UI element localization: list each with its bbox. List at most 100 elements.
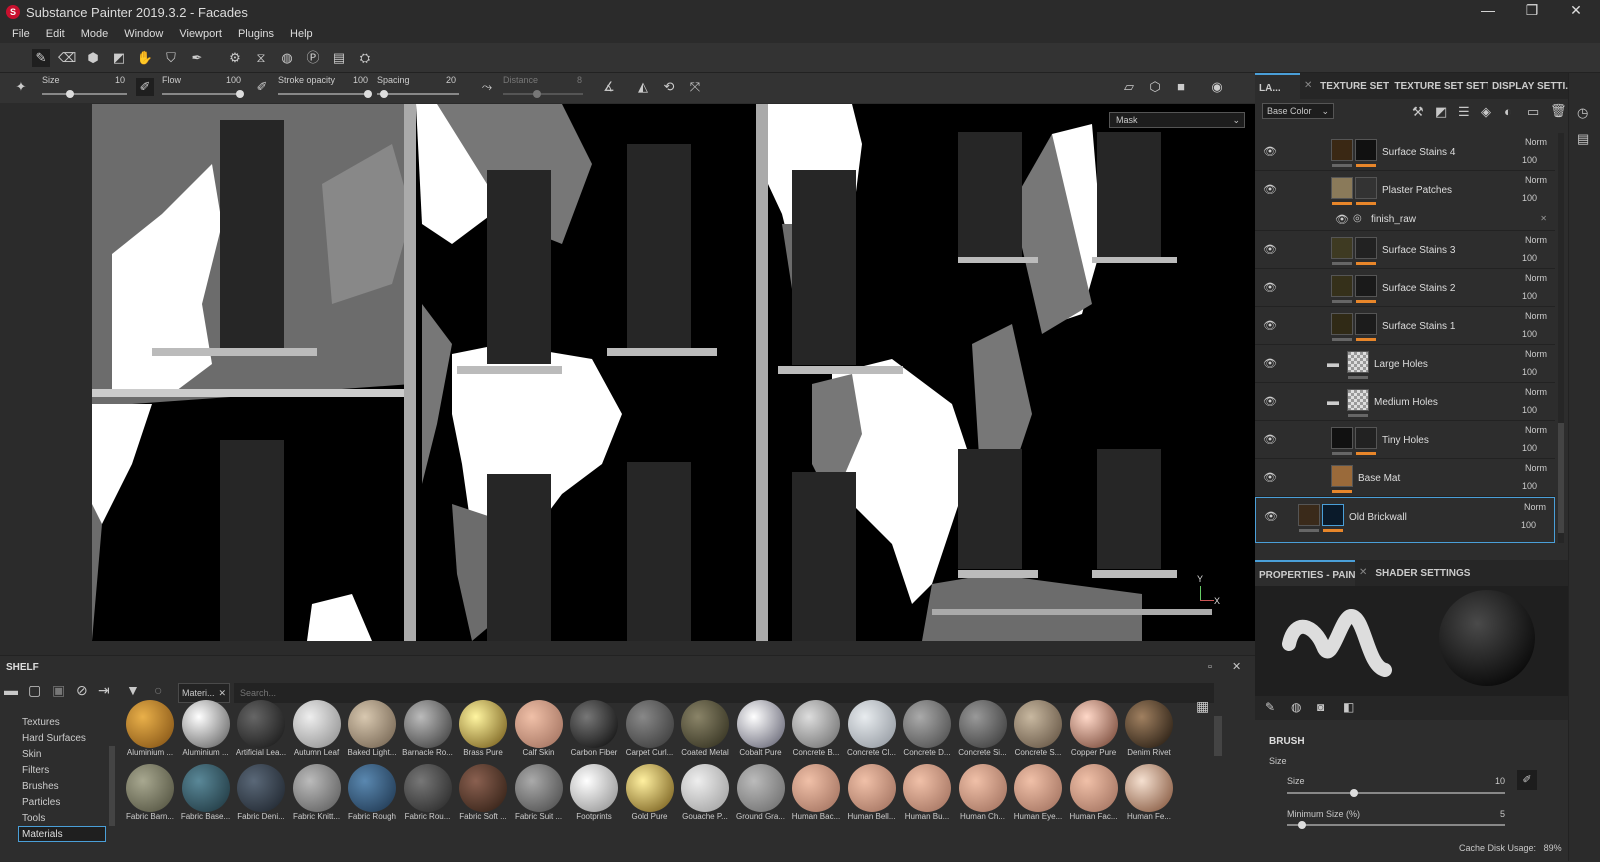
layer-row[interactable]: 👁 Surface Stains 4 Norm 100 bbox=[1255, 133, 1555, 171]
blend-mode[interactable]: Norm bbox=[1525, 349, 1547, 359]
material-thumbnail[interactable] bbox=[681, 700, 729, 748]
eraser-icon[interactable]: ⌫ bbox=[58, 49, 76, 67]
layer-opacity[interactable]: 100 bbox=[1522, 405, 1537, 415]
material-thumbnail[interactable] bbox=[958, 700, 1007, 748]
pen-pressure-icon[interactable]: ✐ bbox=[136, 78, 154, 96]
visibility-eye-icon[interactable]: 👁 bbox=[1263, 145, 1277, 158]
material-thumbnail[interactable] bbox=[625, 700, 674, 748]
layer-row[interactable]: 👁 Surface Stains 1 Norm 100 bbox=[1255, 307, 1555, 345]
add-mask-icon[interactable]: ◩ bbox=[1435, 104, 1447, 120]
clone-stamp-icon[interactable]: ⛉ bbox=[162, 49, 180, 67]
flow-value[interactable]: 100 bbox=[211, 75, 241, 85]
layer-row-selected[interactable]: 👁 Old Brickwall Norm 100 bbox=[1255, 497, 1555, 543]
material-thumbnail[interactable] bbox=[126, 700, 174, 748]
material-thumbnail[interactable] bbox=[681, 764, 729, 812]
material-thumbnail[interactable] bbox=[292, 764, 341, 812]
tab-layers[interactable]: LA... bbox=[1255, 73, 1300, 99]
menu-mode[interactable]: Mode bbox=[73, 28, 117, 40]
photoshop-export-icon[interactable]: Ⓟ bbox=[304, 49, 322, 67]
tab-shader-settings[interactable]: SHADER SETTINGS bbox=[1371, 560, 1471, 586]
material-thumbnail[interactable] bbox=[1125, 764, 1173, 812]
material-thumbnail[interactable] bbox=[1014, 764, 1062, 812]
new-folder-icon[interactable]: ▢ bbox=[28, 682, 41, 699]
polygon-fill-icon[interactable]: ◩ bbox=[110, 49, 128, 67]
material-tab-icon[interactable]: ◧ bbox=[1343, 700, 1354, 714]
sphere-icon[interactable]: ◍ bbox=[278, 49, 296, 67]
flow-pressure-icon[interactable]: ✐ bbox=[253, 78, 271, 96]
close-properties-tab-icon[interactable]: ✕ bbox=[1355, 560, 1371, 586]
spacing-slider[interactable] bbox=[377, 93, 459, 95]
stroke-opacity-slider-knob[interactable] bbox=[364, 90, 372, 98]
material-thumbnail[interactable] bbox=[1014, 700, 1062, 748]
hide-icon[interactable]: ⊘ bbox=[76, 682, 88, 699]
lazy-mouse-icon[interactable]: ⤳ bbox=[478, 78, 496, 96]
3d-view-icon[interactable]: ⬡ bbox=[1146, 78, 1164, 96]
material-thumbnail[interactable] bbox=[1125, 700, 1173, 748]
flow-slider[interactable] bbox=[162, 93, 242, 95]
visibility-eye-icon[interactable]: 👁 bbox=[1263, 281, 1277, 294]
visibility-eye-icon[interactable]: 👁 bbox=[1263, 243, 1277, 256]
blend-mode[interactable]: Norm bbox=[1525, 463, 1547, 473]
layer-opacity[interactable]: 100 bbox=[1522, 329, 1537, 339]
layer-opacity[interactable]: 100 bbox=[1522, 193, 1537, 203]
blend-mode[interactable]: Norm bbox=[1525, 175, 1547, 185]
layers-scrollbar[interactable] bbox=[1558, 133, 1564, 543]
camera-icon[interactable]: ■ bbox=[1172, 78, 1190, 96]
tab-display-settings[interactable]: DISPLAY SETTI... bbox=[1488, 73, 1568, 99]
material-thumbnail[interactable] bbox=[736, 764, 785, 812]
material-thumbnail[interactable] bbox=[847, 764, 896, 812]
material-thumbnail[interactable] bbox=[348, 764, 396, 812]
menu-file[interactable]: File bbox=[4, 28, 38, 40]
add-folder-icon[interactable]: ▭ bbox=[1527, 104, 1539, 120]
folder-icon[interactable]: ▬ bbox=[4, 682, 18, 698]
sublayer-row[interactable]: 👁 ◎ finish_raw ✕ bbox=[1255, 209, 1555, 231]
stroke-opacity-slider[interactable] bbox=[278, 93, 370, 95]
channel-select[interactable]: Base Color ⌄ bbox=[1262, 103, 1334, 119]
shelf-close-icon[interactable]: ✕ bbox=[1232, 660, 1241, 673]
material-thumbnail[interactable] bbox=[903, 764, 951, 812]
visibility-eye-icon[interactable]: 👁 bbox=[1335, 213, 1349, 226]
shelf-category-particles[interactable]: Particles bbox=[22, 797, 60, 808]
material-thumbnail[interactable] bbox=[570, 764, 618, 812]
projection-icon[interactable]: ⬢ bbox=[84, 49, 102, 67]
undock-icon[interactable]: ▫ bbox=[1208, 661, 1212, 673]
layer-row[interactable]: 👁 Plaster Patches Norm 100 bbox=[1255, 171, 1555, 209]
layer-row[interactable]: 👁 ▬ Large Holes Norm 100 bbox=[1255, 345, 1555, 383]
export-icon[interactable]: ▤ bbox=[330, 49, 348, 67]
layer-opacity[interactable]: 100 bbox=[1522, 367, 1537, 377]
history-icon[interactable]: ◷ bbox=[1577, 105, 1588, 121]
material-thumbnail[interactable] bbox=[570, 700, 618, 748]
material-thumbnail[interactable] bbox=[181, 700, 230, 748]
stencil-tab-icon[interactable]: ◙ bbox=[1317, 700, 1324, 714]
layer-row[interactable]: 👁 Surface Stains 3 Norm 100 bbox=[1255, 231, 1555, 269]
min-size-knob[interactable] bbox=[1298, 821, 1306, 829]
tab-texture-set-settings[interactable]: TEXTURE SET SETTI... bbox=[1390, 73, 1488, 99]
color-picker-icon[interactable]: ✒ bbox=[188, 49, 206, 67]
add-effect-icon[interactable]: ⚒ bbox=[1412, 104, 1424, 120]
shelf-category-filters[interactable]: Filters bbox=[22, 765, 49, 776]
layer-row[interactable]: 👁 ▬ Medium Holes Norm 100 bbox=[1255, 383, 1555, 421]
shelf-category-brushes[interactable]: Brushes bbox=[22, 781, 59, 792]
material-thumbnail[interactable] bbox=[181, 764, 230, 812]
visibility-eye-icon[interactable]: 👁 bbox=[1263, 471, 1277, 484]
material-thumbnail[interactable] bbox=[514, 764, 563, 812]
shelf-category-skin[interactable]: Skin bbox=[22, 749, 41, 760]
shelf-category-materials-selected[interactable]: Materials bbox=[18, 826, 106, 842]
share-icon[interactable]: ⛭ bbox=[356, 49, 374, 67]
material-thumbnail[interactable] bbox=[292, 700, 341, 748]
add-fill-layer-icon[interactable]: ◈ bbox=[1481, 104, 1491, 120]
add-paint-layer-icon[interactable]: ◐ bbox=[1504, 104, 1512, 119]
folder-icon[interactable]: ▬ bbox=[1327, 394, 1339, 408]
material-thumbnail[interactable] bbox=[958, 764, 1007, 812]
material-thumbnail[interactable] bbox=[237, 764, 285, 812]
blend-mode[interactable]: Norm bbox=[1525, 425, 1547, 435]
blend-mode[interactable]: Norm bbox=[1524, 502, 1546, 512]
blend-mode[interactable]: Norm bbox=[1525, 235, 1547, 245]
material-thumbnail[interactable] bbox=[459, 700, 507, 748]
alpha-tab-icon[interactable]: ◍ bbox=[1291, 700, 1301, 714]
visibility-eye-icon[interactable]: 👁 bbox=[1263, 357, 1277, 370]
folder-icon[interactable]: ▬ bbox=[1327, 356, 1339, 370]
material-thumbnail[interactable] bbox=[1069, 764, 1118, 812]
viewport-2d[interactable]: Mask ⌄ Y X bbox=[92, 104, 1255, 641]
channel-view-select[interactable]: Mask ⌄ bbox=[1109, 112, 1245, 128]
